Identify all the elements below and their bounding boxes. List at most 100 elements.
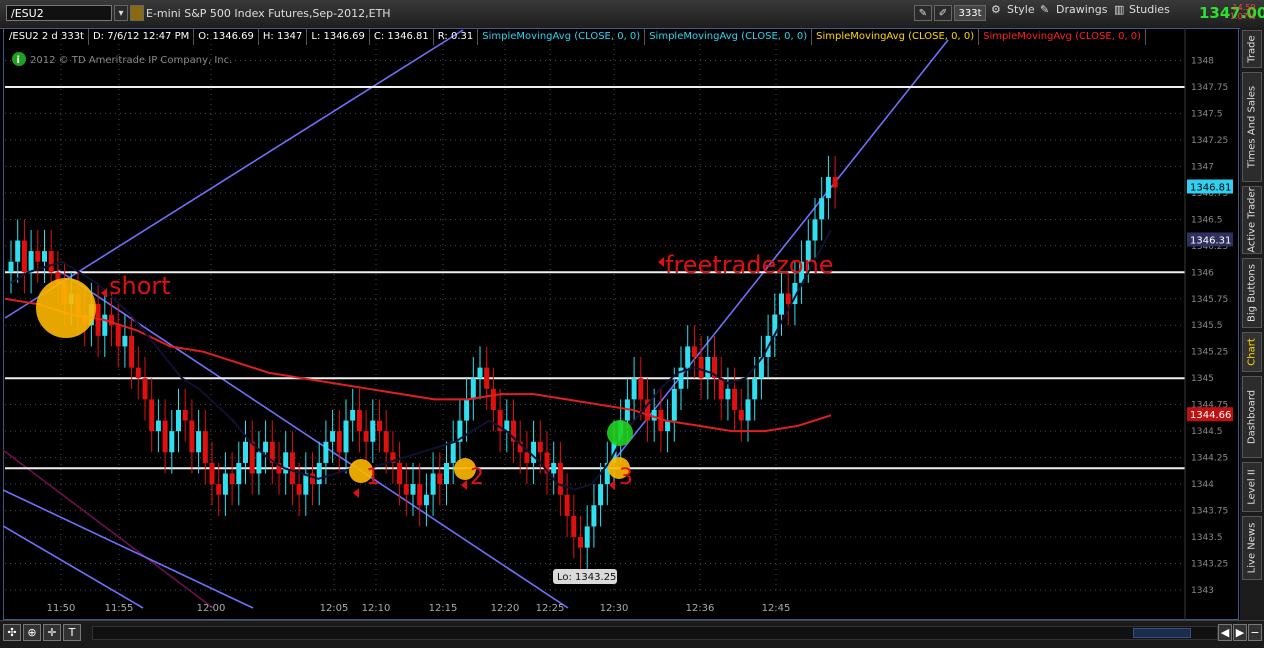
link-icon[interactable] [130, 5, 144, 21]
y-tick-label: 1347 [1191, 162, 1214, 172]
tab-times-and-sales[interactable]: Times And Sales [1242, 72, 1262, 182]
arrow-1 [353, 488, 359, 498]
candle-body [484, 367, 490, 389]
arrow-freetradezone [658, 257, 664, 267]
x-tick-label: 12:20 [491, 603, 520, 614]
y-tick-label: 1344.5 [1191, 427, 1223, 437]
y-tick-label: 1345.25 [1191, 348, 1228, 358]
x-tick-label: 12:00 [197, 603, 226, 614]
tab-live-news[interactable]: Live News [1242, 516, 1262, 580]
crosshair-icon[interactable]: ✛ [43, 624, 61, 641]
candle-body [691, 346, 697, 358]
candle-body [303, 473, 309, 495]
tab-big-buttons[interactable]: Big Buttons [1242, 258, 1262, 328]
candle-body [42, 251, 47, 262]
price-label-text: 1346.81 [1190, 183, 1231, 194]
x-tick-label: 12:10 [362, 603, 391, 614]
info-item-4: L: 1346.69 [307, 29, 370, 45]
candle-body [417, 484, 423, 506]
candle-body [557, 462, 563, 495]
symbol-dropdown-button[interactable]: ▾ [114, 5, 128, 21]
tab-label: Dashboard [1246, 389, 1258, 445]
info-item-5: C: 1346.81 [370, 29, 434, 45]
candle-body [229, 473, 235, 485]
tab-label: Big Buttons [1246, 264, 1258, 322]
candle-body [423, 494, 429, 506]
candle-body [209, 462, 215, 485]
studies-icon[interactable]: ▥ [1114, 0, 1124, 20]
candle-body [705, 357, 711, 379]
candle-body [745, 399, 751, 421]
candle-body [189, 420, 195, 453]
y-tick-label: 1346.5 [1191, 215, 1223, 225]
scroll-right-icon[interactable]: ▶ [1233, 624, 1247, 641]
candle-body [8, 261, 14, 273]
time-scrollbar[interactable] [92, 626, 1218, 640]
style-button[interactable]: Style [1007, 0, 1035, 20]
candle-body [350, 409, 356, 421]
svg-text:i: i [17, 55, 20, 66]
trend-line[interactable] [3, 449, 214, 609]
candle-body [256, 452, 262, 474]
drawings-button[interactable]: Drawings [1056, 0, 1107, 20]
candle-body [343, 420, 349, 453]
x-tick-label: 12:05 [320, 603, 349, 614]
horizontal-levels [5, 85, 1185, 470]
tab-trade[interactable]: Trade [1242, 30, 1262, 68]
tab-dashboard[interactable]: Dashboard [1242, 376, 1262, 458]
candle-body [732, 388, 738, 410]
tick-setting-button[interactable]: 333t [954, 5, 986, 21]
studies-button[interactable]: Studies [1129, 0, 1170, 20]
scroll-left-icon[interactable]: ◀ [1218, 624, 1232, 641]
candle-body [564, 494, 570, 516]
candle-body [470, 378, 476, 400]
tab-level-ii[interactable]: Level II [1242, 462, 1262, 512]
tab-label: Times And Sales [1246, 85, 1258, 169]
candle-body [651, 409, 657, 421]
candle-body [330, 431, 336, 442]
candle-body [671, 388, 677, 421]
drawing-tool-icon[interactable]: ✐ [934, 5, 952, 21]
tab-active-trader[interactable]: Active Trader [1242, 186, 1262, 254]
candle-body [631, 378, 637, 400]
instrument-description: E-mini S&P 500 Index Futures,Sep-2012,ET… [146, 7, 391, 20]
copyright: i 2012 © TD Ameritrade IP Company, Inc. [12, 52, 232, 66]
pan-icon[interactable]: ✣ [3, 624, 21, 641]
candle-body [162, 420, 168, 453]
zoom-icon[interactable]: ⊕ [23, 624, 41, 641]
crosshair-tool-icon[interactable]: ✎ [914, 5, 932, 21]
candle-body [524, 452, 530, 463]
candle-body [316, 462, 322, 485]
y-tick-label: 1348 [1191, 56, 1214, 66]
text-tool-button[interactable]: T [63, 624, 81, 641]
candle-body [584, 526, 590, 548]
drawings-pencil-icon[interactable]: ✎ [1040, 0, 1049, 20]
candle-body [430, 473, 436, 495]
tab-chart[interactable]: Chart [1242, 332, 1262, 372]
candle-body [725, 388, 731, 400]
candle-body [444, 462, 449, 485]
candle-body [216, 484, 222, 495]
y-tick-label: 1345.75 [1191, 295, 1228, 305]
candle-body [403, 484, 409, 495]
side-tab-bar: Trade Times And Sales Active Trader Big But… [1240, 28, 1264, 620]
y-tick-label: 1346 [1191, 268, 1214, 278]
x-tick-label: 12:15 [429, 603, 458, 614]
trend-line[interactable] [4, 29, 464, 319]
annotation-short: short [109, 272, 171, 300]
candle-body [698, 357, 704, 379]
candle-body [102, 314, 108, 336]
trend-line[interactable] [3, 525, 144, 609]
scrollbar-thumb[interactable] [1133, 628, 1191, 638]
candle-body [638, 378, 644, 400]
price-label-text: 1344.66 [1190, 410, 1231, 421]
zoom-out-icon[interactable]: − [1248, 624, 1262, 641]
price-chart[interactable]: 13481347.751347.51347.2513471346.751346.… [3, 28, 1239, 620]
candle-body [598, 484, 604, 506]
candle-body [263, 441, 269, 453]
y-axis: 13481347.751347.51347.2513471346.751346.… [1184, 28, 1228, 620]
info-item-2: O: 1346.69 [194, 29, 259, 45]
symbol-input[interactable]: /ESU2 [6, 5, 112, 21]
candle-body [283, 452, 289, 474]
style-gear-icon[interactable]: ⚙ [991, 0, 1005, 20]
